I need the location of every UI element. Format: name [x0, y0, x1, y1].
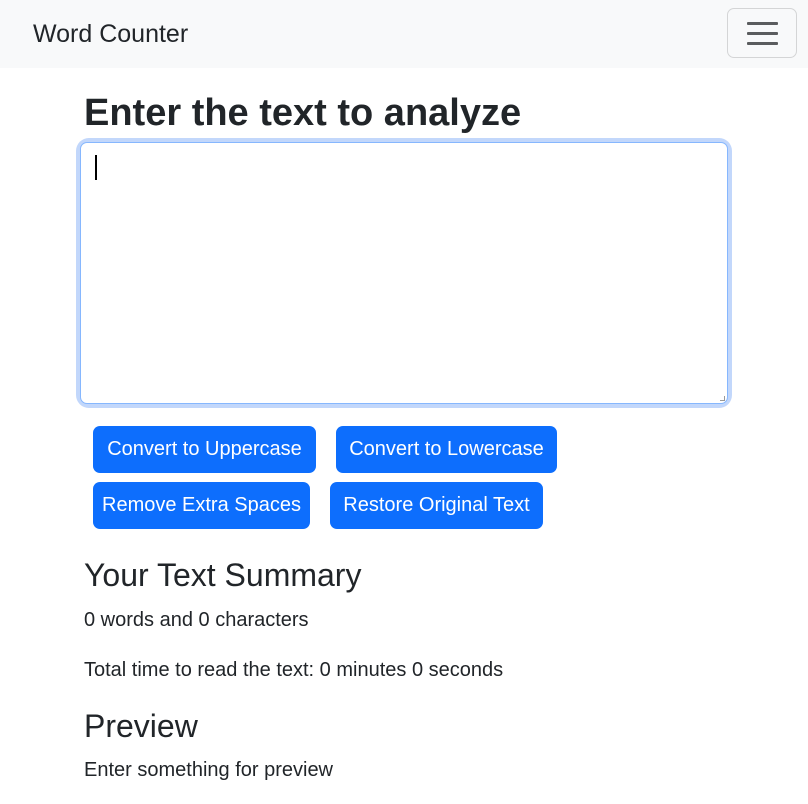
resize-handle[interactable] [720, 396, 725, 401]
page-title: Enter the text to analyze [84, 92, 522, 134]
restore-original-text-button[interactable]: Restore Original Text [330, 482, 543, 529]
remove-extra-spaces-button[interactable]: Remove Extra Spaces [93, 482, 310, 529]
navbar-brand[interactable]: Word Counter [33, 18, 188, 50]
summary-heading: Your Text Summary [84, 557, 362, 593]
navbar: Word Counter [0, 0, 808, 68]
word-character-count: 0 words and 0 characters [84, 609, 309, 631]
convert-lowercase-button[interactable]: Convert to Lowercase [336, 426, 557, 473]
convert-uppercase-button[interactable]: Convert to Uppercase [93, 426, 316, 473]
text-input-focus-ring [80, 142, 728, 404]
read-time-text: Total time to read the text: 0 minutes 0… [84, 659, 504, 681]
preview-heading: Preview [84, 708, 198, 744]
preview-text: Enter something for preview [84, 759, 334, 781]
navbar-toggler-button[interactable] [727, 8, 797, 58]
text-input[interactable] [80, 142, 728, 404]
text-cursor [95, 155, 97, 180]
